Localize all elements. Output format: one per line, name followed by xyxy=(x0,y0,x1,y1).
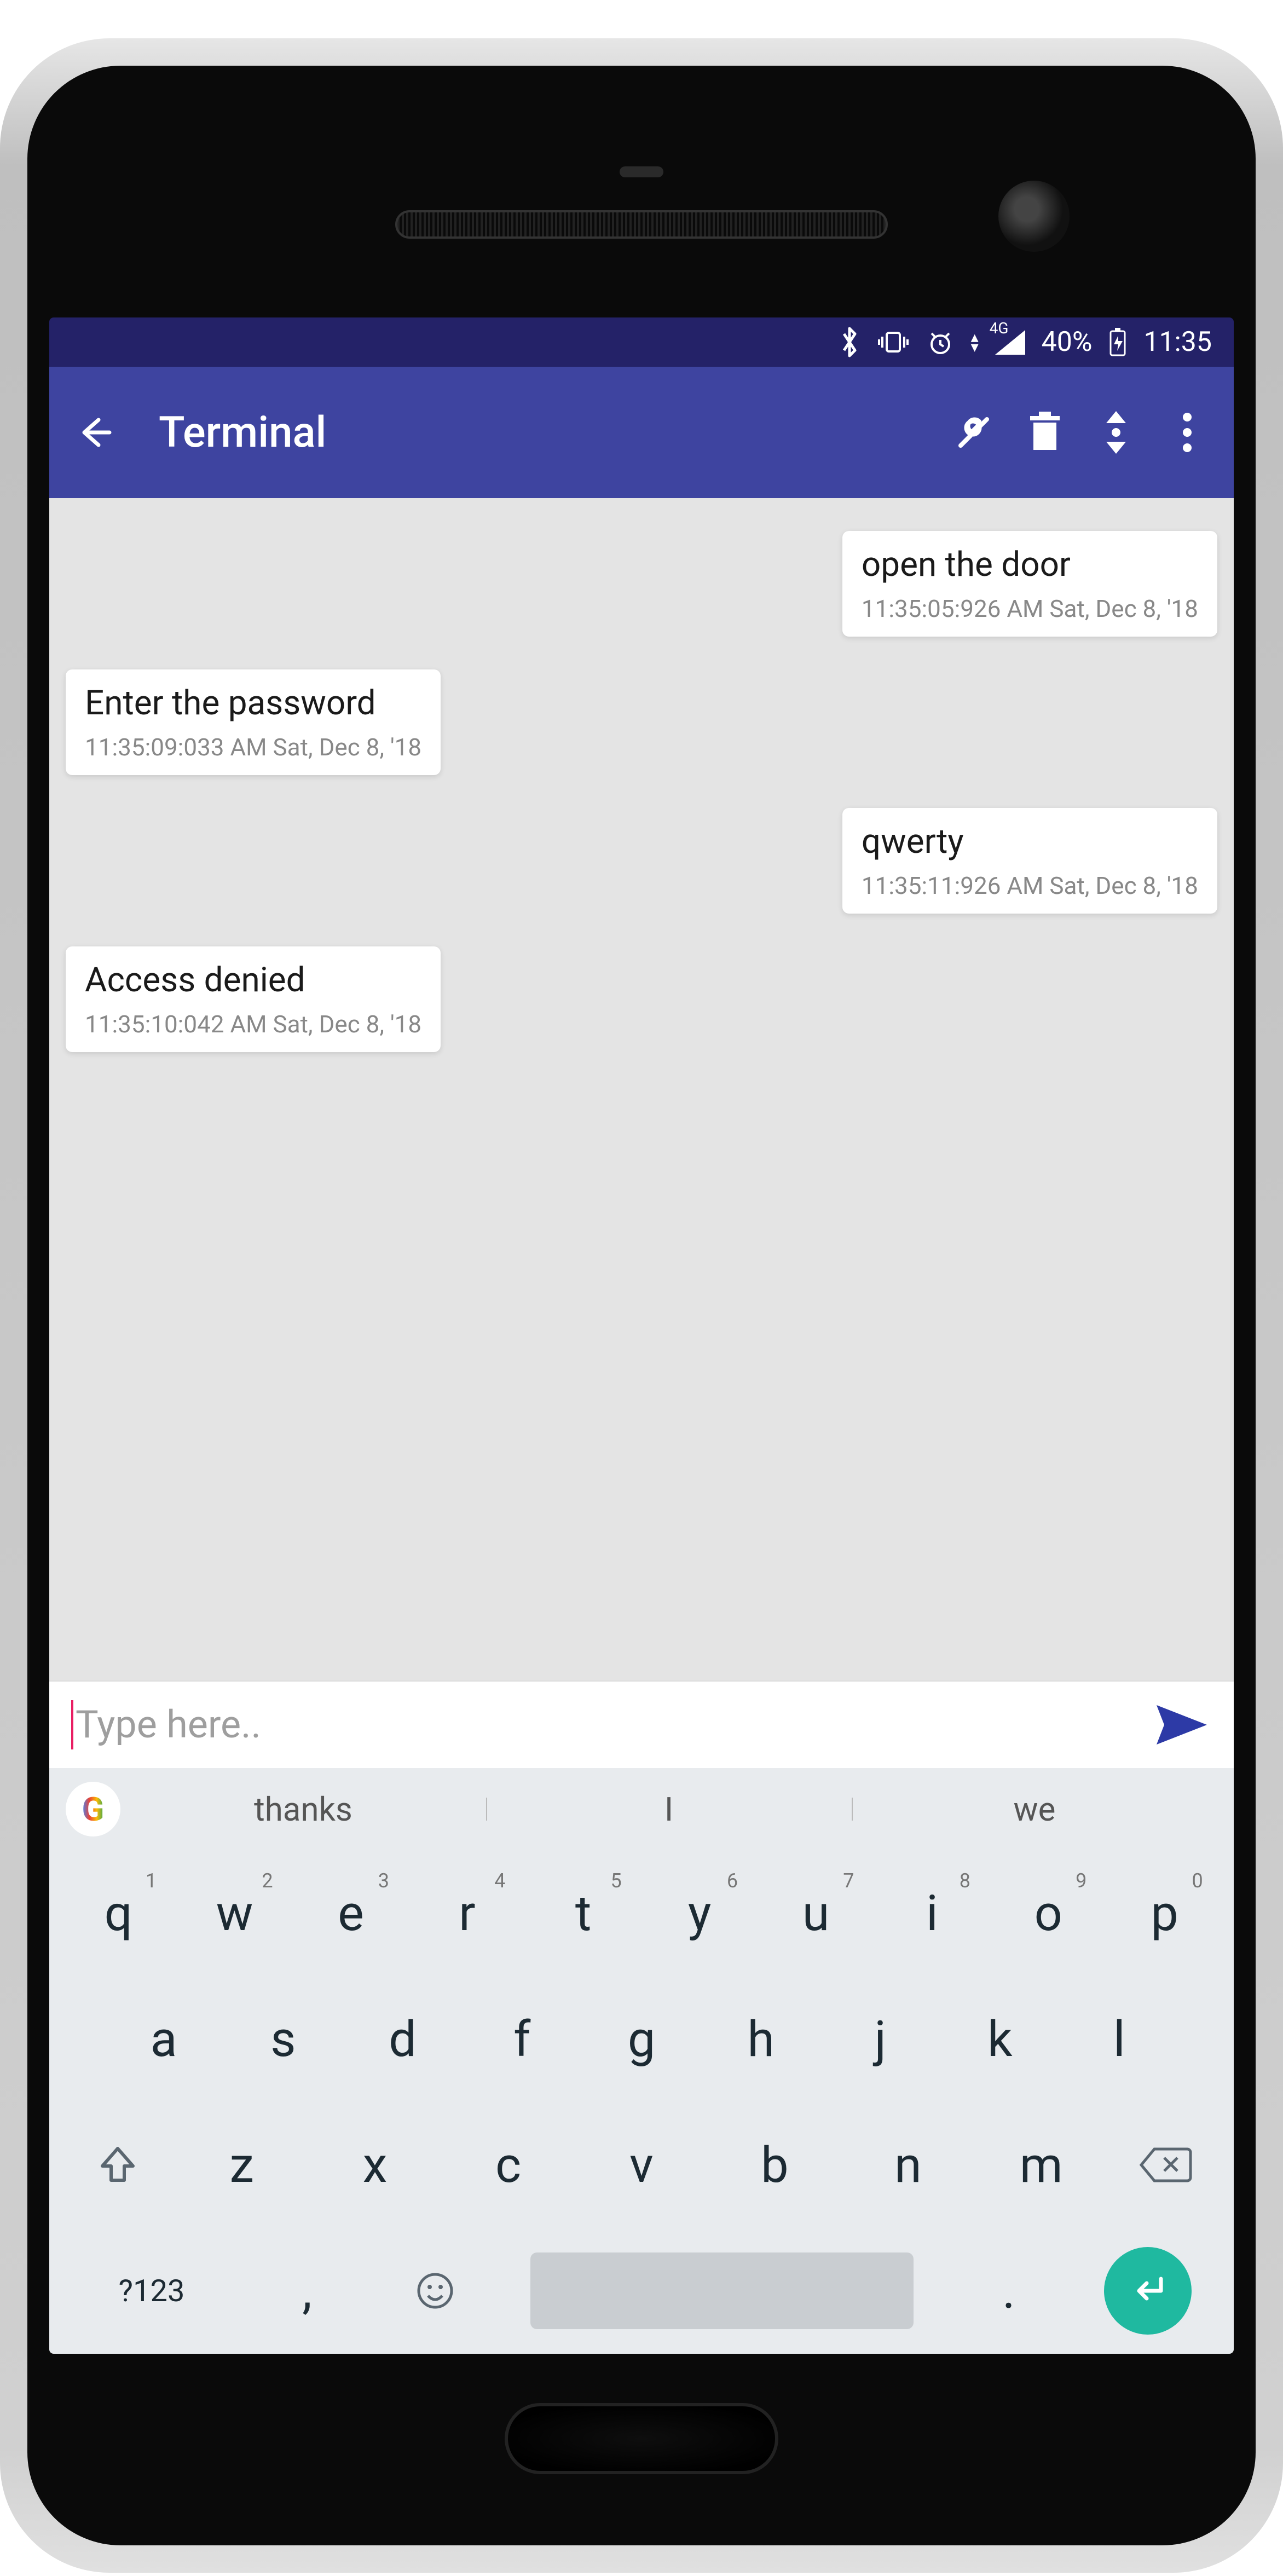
clock-time: 11:35 xyxy=(1143,326,1212,358)
key-u[interactable]: u7 xyxy=(767,1867,865,1960)
google-icon[interactable]: G xyxy=(66,1782,120,1836)
key-p[interactable]: p0 xyxy=(1116,1867,1214,1960)
message-bubble: Access denied 11:35:10:042 AM Sat, Dec 8,… xyxy=(66,946,441,1052)
key-w[interactable]: w2 xyxy=(186,1867,284,1960)
message-timestamp: 11:35:09:033 AM Sat, Dec 8, '18 xyxy=(85,733,421,761)
page-title: Terminal xyxy=(159,408,927,458)
key-f[interactable]: f xyxy=(473,1992,571,2086)
battery-percent: 40% xyxy=(1042,326,1093,358)
key-r[interactable]: r4 xyxy=(418,1867,516,1960)
back-button[interactable] xyxy=(71,408,120,457)
symbols-key[interactable]: ?123 xyxy=(91,2244,212,2337)
key-h[interactable]: h xyxy=(712,1992,810,2086)
key-s[interactable]: s xyxy=(234,1992,332,2086)
backspace-key[interactable] xyxy=(1108,2118,1223,2211)
key-z[interactable]: z xyxy=(193,2118,291,2211)
chat-area[interactable]: open the door 11:35:05:926 AM Sat, Dec 8,… xyxy=(49,498,1234,1680)
comma-key[interactable]: , xyxy=(274,2244,340,2337)
message-input-bar: Type here.. xyxy=(49,1680,1234,1768)
key-o[interactable]: o9 xyxy=(999,1867,1097,1960)
key-e[interactable]: e3 xyxy=(302,1867,400,1960)
key-l[interactable]: l xyxy=(1070,1992,1169,2086)
suggestion-3[interactable]: we xyxy=(852,1790,1217,1829)
key-t[interactable]: t5 xyxy=(534,1867,633,1960)
message-bubble: open the door 11:35:05:926 AM Sat, Dec 8,… xyxy=(842,531,1217,637)
message-bubble: Enter the password 11:35:09:033 AM Sat, D… xyxy=(66,669,441,775)
alarm-icon xyxy=(926,328,955,356)
message-bubble: qwerty 11:35:11:926 AM Sat, Dec 8, '18 xyxy=(842,808,1217,914)
message-timestamp: 11:35:10:042 AM Sat, Dec 8, '18 xyxy=(85,1010,421,1038)
key-m[interactable]: m xyxy=(992,2118,1090,2211)
space-key[interactable] xyxy=(530,2252,914,2329)
front-camera-icon xyxy=(998,181,1070,252)
emoji-key[interactable] xyxy=(402,2244,468,2337)
key-d[interactable]: d xyxy=(354,1992,452,2086)
speaker-icon xyxy=(395,210,888,239)
vibrate-icon xyxy=(877,328,910,356)
shift-key[interactable] xyxy=(60,2118,175,2211)
key-c[interactable]: c xyxy=(459,2118,558,2211)
text-cursor-icon xyxy=(71,1700,73,1749)
period-key[interactable]: . xyxy=(976,2244,1042,2337)
more-button[interactable] xyxy=(1163,408,1212,457)
message-input[interactable]: Type here.. xyxy=(76,1702,1152,1747)
suggestion-1[interactable]: thanks xyxy=(120,1790,486,1829)
message-timestamp: 11:35:05:926 AM Sat, Dec 8, '18 xyxy=(862,594,1198,623)
battery-charging-icon xyxy=(1108,328,1127,356)
suggestion-2[interactable]: I xyxy=(486,1790,852,1829)
app-bar: Terminal xyxy=(49,367,1234,498)
keyboard: G thanks I we q1w2e3r4t5y6u7i8o9p0 asdfg… xyxy=(49,1768,1234,2354)
key-b[interactable]: b xyxy=(725,2118,824,2211)
trash-button[interactable] xyxy=(1020,408,1070,457)
key-i[interactable]: i8 xyxy=(883,1867,981,1960)
key-k[interactable]: k xyxy=(951,1992,1049,2086)
data-sync-icon: ▴▾ xyxy=(971,332,979,352)
key-q[interactable]: q1 xyxy=(69,1867,167,1960)
message-timestamp: 11:35:11:926 AM Sat, Dec 8, '18 xyxy=(862,871,1198,900)
connect-button[interactable] xyxy=(949,408,998,457)
cell-signal-icon: 4G xyxy=(995,330,1025,355)
enter-key[interactable] xyxy=(1104,2247,1192,2335)
key-n[interactable]: n xyxy=(859,2118,957,2211)
bluetooth-icon xyxy=(839,326,860,359)
scroll-button[interactable] xyxy=(1091,408,1141,457)
message-text: qwerty xyxy=(862,822,1198,862)
message-text: Access denied xyxy=(85,960,421,1000)
home-button[interactable] xyxy=(505,2403,778,2474)
key-v[interactable]: v xyxy=(592,2118,691,2211)
key-x[interactable]: x xyxy=(326,2118,424,2211)
send-button[interactable] xyxy=(1152,1695,1212,1755)
key-a[interactable]: a xyxy=(114,1992,213,2086)
key-y[interactable]: y6 xyxy=(650,1867,749,1960)
phone-frame: ▴▾ 4G 40% 11:35 Termina xyxy=(0,38,1283,2573)
sensor-icon xyxy=(620,166,663,177)
key-g[interactable]: g xyxy=(592,1992,691,2086)
key-j[interactable]: j xyxy=(831,1992,929,2086)
status-bar: ▴▾ 4G 40% 11:35 xyxy=(49,317,1234,367)
message-text: open the door xyxy=(862,545,1198,585)
message-text: Enter the password xyxy=(85,683,421,723)
